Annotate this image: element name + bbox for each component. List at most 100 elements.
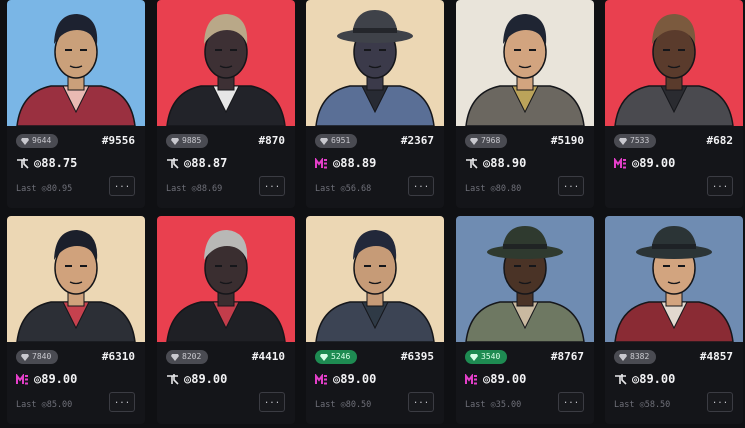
tensor-icon — [614, 373, 627, 385]
listing-price: ◎88.87 — [166, 155, 227, 171]
nft-card[interactable]: 8202 #4410 ◎89.00... — [157, 216, 295, 424]
last-sale-price: Last ◎85.00 — [16, 400, 73, 410]
last-sale-price: Last ◎88.69 — [166, 184, 223, 194]
more-options-button[interactable]: ... — [707, 176, 733, 196]
token-id: #2367 — [400, 134, 434, 147]
nft-card[interactable]: 8382 #4857 ◎89.00 Last ◎58.50... — [605, 216, 743, 424]
last-sale-price: Last ◎58.50 — [614, 400, 671, 410]
listing-price: ◎89.00 — [16, 371, 77, 387]
nft-image[interactable] — [7, 0, 145, 126]
nft-image[interactable] — [306, 0, 444, 126]
nft-card[interactable]: 7840 #6310 ◎89.00 Last ◎85.00... — [7, 216, 145, 424]
price-value: ◎89.00 — [184, 372, 228, 386]
more-options-button[interactable]: ... — [558, 176, 584, 196]
rarity-rank-badge: 7968 — [465, 134, 508, 148]
gem-icon — [470, 353, 478, 361]
token-id: #4857 — [699, 350, 733, 363]
nft-image[interactable] — [456, 0, 594, 126]
listing-price: ◎89.00 — [166, 371, 227, 387]
listing-price: ◎89.00 — [315, 371, 376, 387]
nft-image[interactable] — [157, 0, 295, 126]
last-sale-price: Last ◎80.80 — [465, 184, 522, 194]
nft-card[interactable]: 7968 #5190 ◎88.90 Last ◎80.80... — [456, 0, 594, 208]
more-options-button[interactable]: ... — [109, 392, 135, 412]
rarity-rank-badge: 5246 — [315, 350, 358, 364]
token-id: #682 — [706, 134, 734, 147]
last-sale-price: Last ◎35.00 — [465, 400, 522, 410]
rarity-rank-badge: 3540 — [465, 350, 508, 364]
gem-icon — [171, 353, 179, 361]
rarity-rank-badge: 8382 — [614, 350, 657, 364]
gem-icon — [21, 137, 29, 145]
rarity-rank-badge: 8202 — [166, 350, 209, 364]
tensor-icon — [166, 157, 179, 169]
rarity-rank-value: 9644 — [32, 136, 52, 145]
nft-card[interactable]: 3540 #8767 ◎89.00 Last ◎35.00... — [456, 216, 594, 424]
listing-price: ◎88.75 — [16, 155, 77, 171]
token-id: #5190 — [550, 134, 584, 147]
gem-icon — [320, 353, 328, 361]
price-value: ◎89.00 — [34, 372, 78, 386]
token-id: #6310 — [101, 350, 135, 363]
listing-price: ◎89.00 — [614, 371, 675, 387]
more-options-button[interactable]: ... — [109, 176, 135, 196]
token-id: #4410 — [251, 350, 285, 363]
rarity-rank-badge: 6951 — [315, 134, 358, 148]
gem-icon — [320, 137, 328, 145]
rarity-rank-value: 6951 — [331, 136, 351, 145]
nft-card[interactable]: 9644 #9556 ◎88.75 Last ◎80.95... — [7, 0, 145, 208]
magic-eden-icon — [16, 373, 29, 385]
nft-image[interactable] — [7, 216, 145, 342]
rarity-rank-badge: 7840 — [16, 350, 59, 364]
more-options-button[interactable]: ... — [408, 392, 434, 412]
price-value: ◎88.75 — [34, 156, 78, 170]
price-value: ◎88.90 — [483, 156, 527, 170]
tensor-icon — [465, 157, 478, 169]
token-id: #8767 — [550, 350, 584, 363]
more-options-button[interactable]: ... — [707, 392, 733, 412]
tensor-icon — [166, 373, 179, 385]
last-sale-price: Last ◎80.50 — [315, 400, 372, 410]
nft-image[interactable] — [157, 216, 295, 342]
magic-eden-icon — [614, 157, 627, 169]
price-value: ◎88.89 — [333, 156, 377, 170]
nft-image[interactable] — [605, 0, 743, 126]
nft-card[interactable]: 6951 #2367 ◎88.89 Last ◎56.68... — [306, 0, 444, 208]
gem-icon — [171, 137, 179, 145]
nft-card[interactable]: 9885 #870 ◎88.87 Last ◎88.69... — [157, 0, 295, 208]
more-options-button[interactable]: ... — [259, 176, 285, 196]
listing-price: ◎88.90 — [465, 155, 526, 171]
rarity-rank-value: 9885 — [182, 136, 202, 145]
gem-icon — [470, 137, 478, 145]
price-value: ◎89.00 — [333, 372, 377, 386]
rarity-rank-value: 5246 — [331, 352, 351, 361]
magic-eden-icon — [315, 157, 328, 169]
magic-eden-icon — [315, 373, 328, 385]
nft-card[interactable]: 5246 #6395 ◎89.00 Last ◎80.50... — [306, 216, 444, 424]
nft-image[interactable] — [306, 216, 444, 342]
more-options-button[interactable]: ... — [408, 176, 434, 196]
gem-icon — [619, 137, 627, 145]
rarity-rank-value: 7840 — [32, 352, 52, 361]
nft-image[interactable] — [605, 216, 743, 342]
listing-price: ◎89.00 — [614, 155, 675, 171]
nft-grid: 9644 #9556 ◎88.75 Last ◎80.95... 9885 #870 ◎8… — [0, 0, 745, 428]
price-value: ◎89.00 — [632, 156, 676, 170]
listing-price: ◎89.00 — [465, 371, 526, 387]
tensor-icon — [16, 157, 29, 169]
token-id: #870 — [258, 134, 286, 147]
rarity-rank-badge: 9885 — [166, 134, 209, 148]
nft-image[interactable] — [456, 216, 594, 342]
rarity-rank-value: 7533 — [630, 136, 650, 145]
more-options-button[interactable]: ... — [259, 392, 285, 412]
magic-eden-icon — [465, 373, 478, 385]
token-id: #9556 — [101, 134, 135, 147]
rarity-rank-badge: 7533 — [614, 134, 657, 148]
rarity-rank-value: 3540 — [481, 352, 501, 361]
nft-card[interactable]: 7533 #682 ◎89.00... — [605, 0, 743, 208]
rarity-rank-value: 8382 — [630, 352, 650, 361]
rarity-rank-badge: 9644 — [16, 134, 59, 148]
more-options-button[interactable]: ... — [558, 392, 584, 412]
token-id: #6395 — [400, 350, 434, 363]
price-value: ◎89.00 — [632, 372, 676, 386]
